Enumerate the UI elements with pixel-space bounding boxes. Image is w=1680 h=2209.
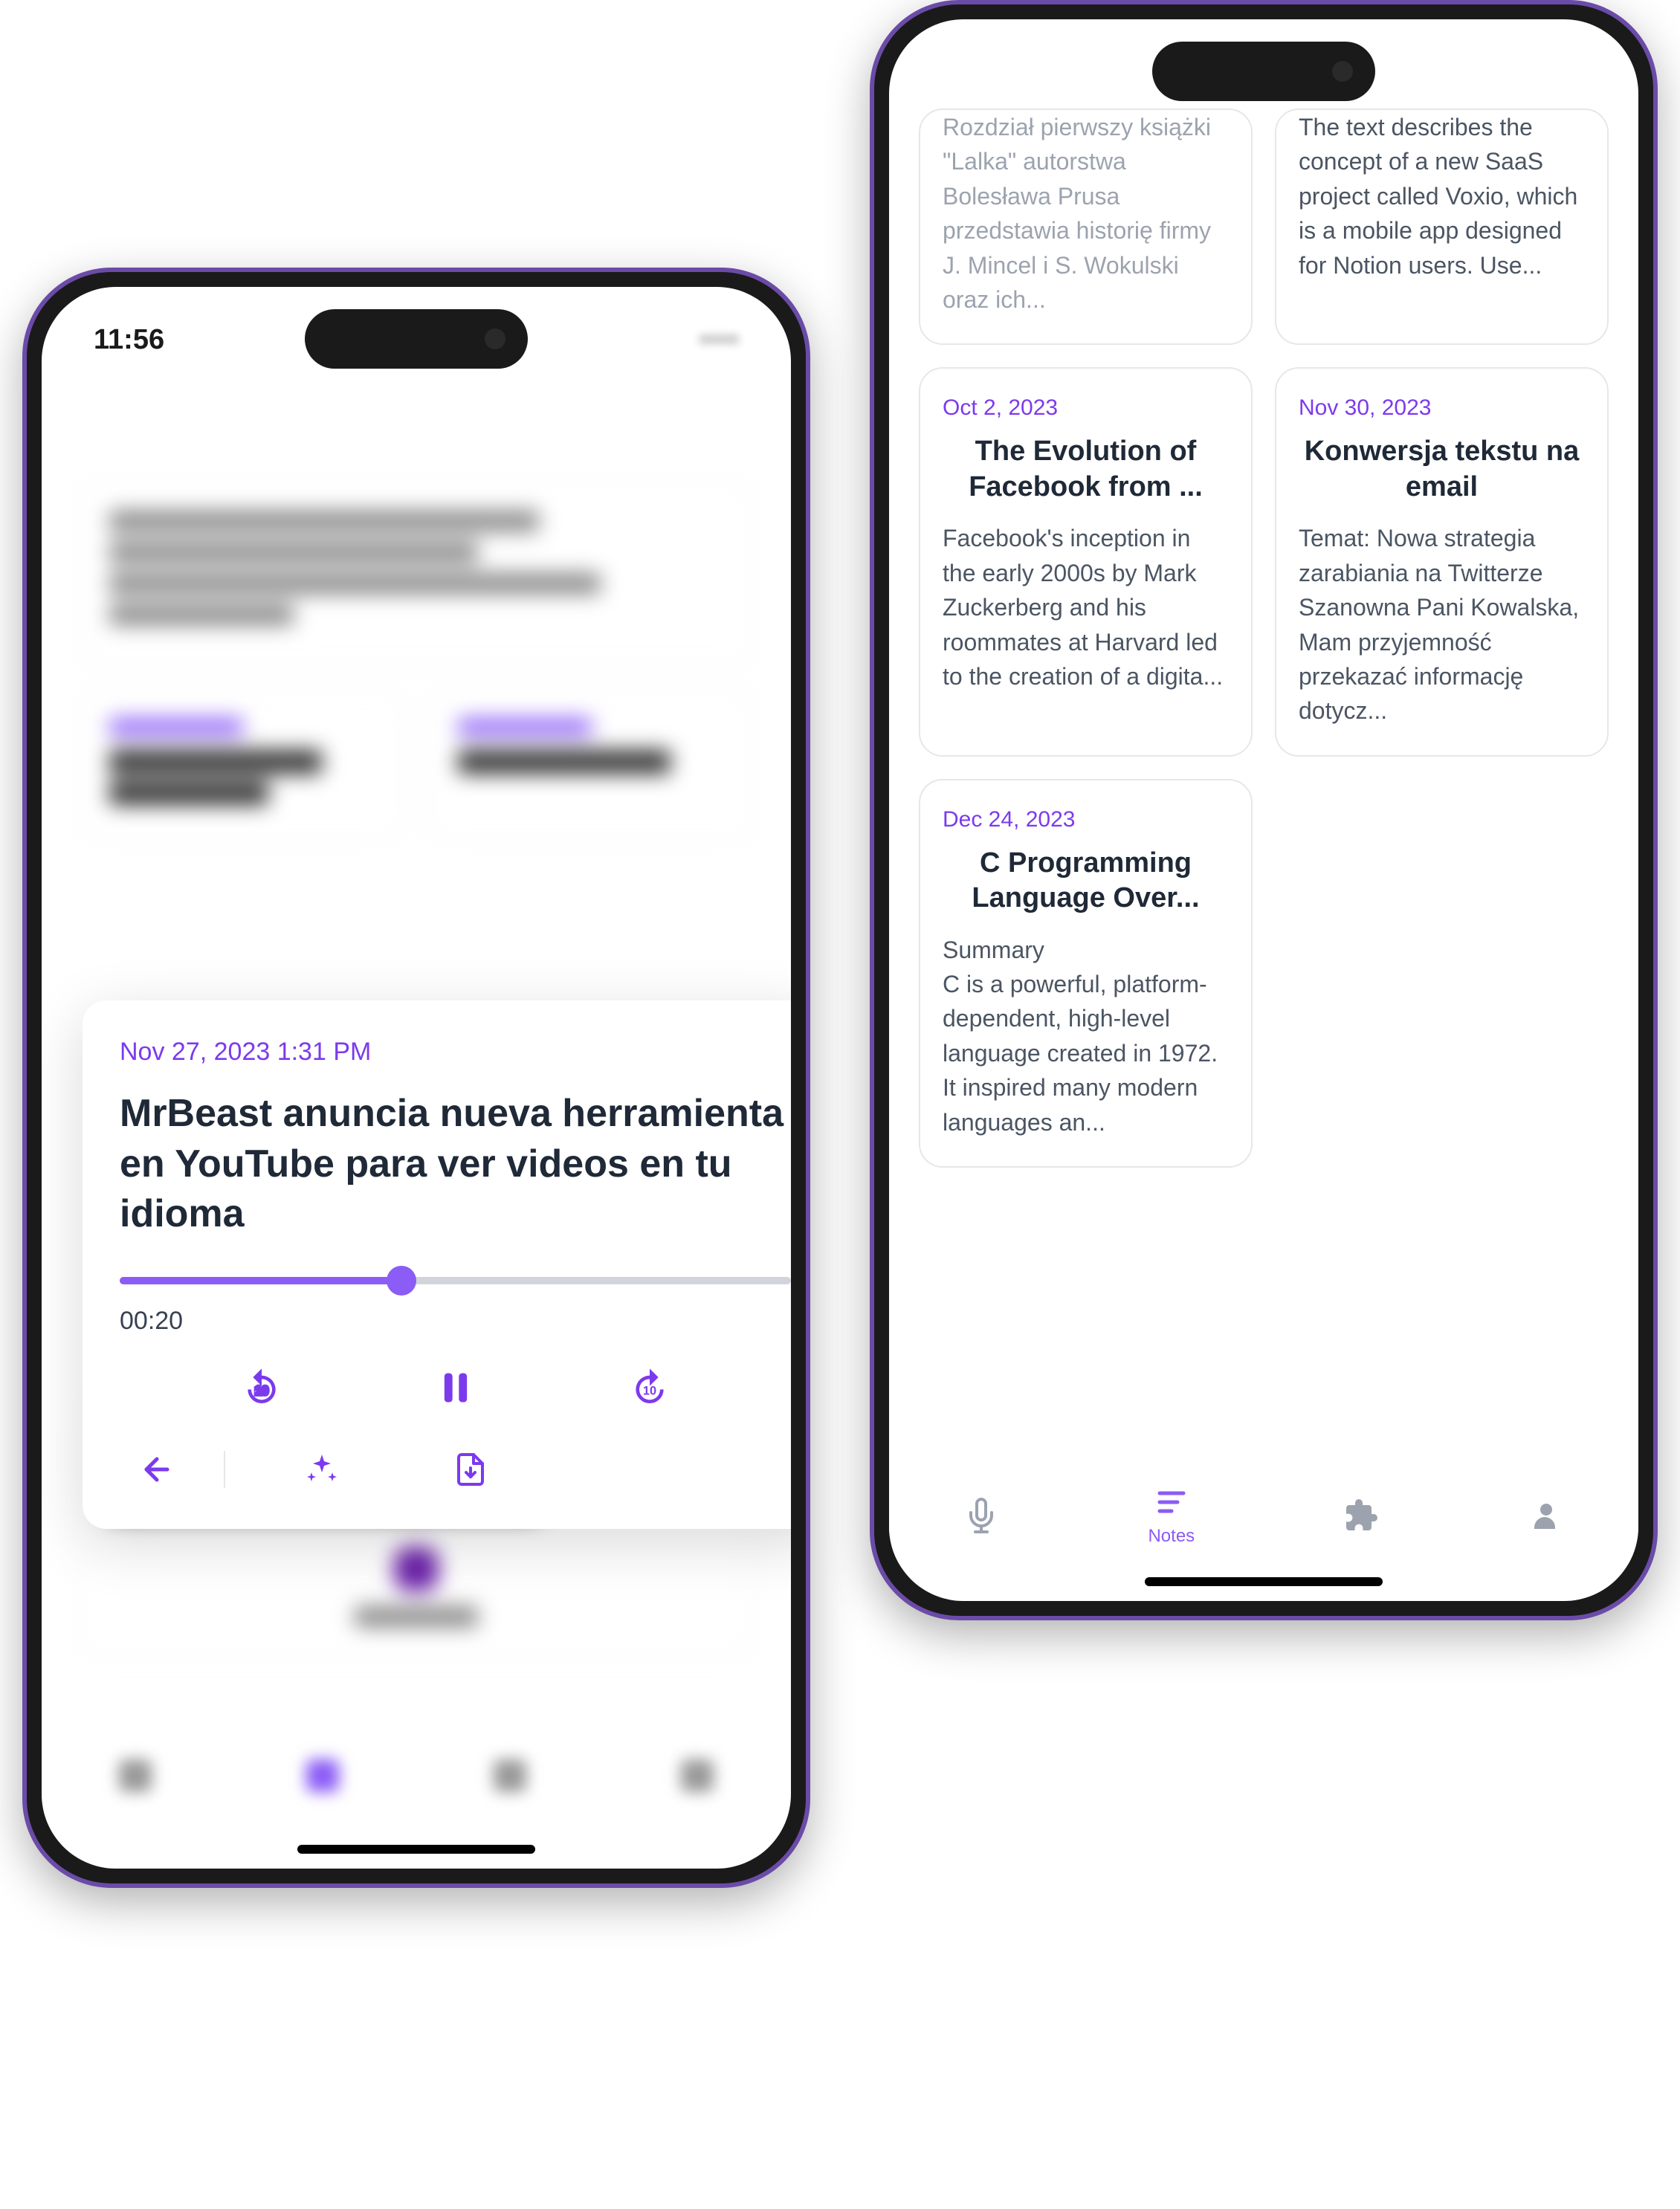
status-time: 11:56 [94,324,164,356]
note-date: Nov 30, 2023 [1299,395,1585,421]
phone-screen-right: Rozdział pierwszy książki "Lalka" autors… [889,19,1638,1601]
home-indicator [1145,1577,1383,1586]
note-card[interactable]: Dec 24, 2023 C Programming Language Over… [919,779,1253,1168]
dynamic-island [305,309,528,369]
player-seek-track[interactable] [120,1277,791,1284]
phone-mockup-left: 11:56 •••• [22,268,810,1888]
note-body: Summary C is a powerful, platform-depend… [943,933,1229,1139]
player-bottom-actions [120,1447,791,1492]
note-title: The Evolution of Facebook from ... [943,434,1229,505]
status-icons: •••• [700,324,739,356]
microphone-icon [963,1498,999,1533]
nav-notes-label: Notes [1148,1526,1195,1547]
note-body: The text describes the concept of a new … [1299,110,1585,282]
divider [224,1451,225,1488]
pause-icon [436,1368,475,1407]
note-card[interactable]: Rozdział pierwszy książki "Lalka" autors… [919,109,1253,345]
forward-10-button[interactable]: 10 [627,1365,672,1410]
player-date: Nov 27, 2023 1:31 PM [120,1038,791,1067]
phone-mockup-right: Rozdział pierwszy książki "Lalka" autors… [870,0,1658,1620]
notes-icon [1154,1484,1189,1520]
arrow-left-icon [139,1452,175,1487]
player-seek-fill [120,1277,401,1284]
bottom-nav-blurred [42,1727,791,1824]
dynamic-island [1152,42,1375,101]
rewind-10-button[interactable]: 10 [239,1365,284,1410]
nav-integrations[interactable] [1343,1498,1379,1533]
note-card[interactable]: Nov 30, 2023 Konwersja tekstu na email T… [1275,367,1609,756]
magic-button[interactable] [300,1447,344,1492]
pause-button[interactable] [433,1365,478,1410]
svg-text:10: 10 [642,1384,656,1397]
notes-grid[interactable]: Rozdział pierwszy książki "Lalka" autors… [889,19,1638,1601]
player-controls: 10 10 [120,1365,791,1410]
person-icon [1528,1498,1564,1533]
note-title: C Programming Language Over... [943,846,1229,916]
note-card[interactable]: Oct 2, 2023 The Evolution of Facebook fr… [919,367,1253,756]
player-title: MrBeast anuncia nueva herramienta en You… [120,1089,791,1240]
note-body: Facebook's inception in the early 2000s … [943,521,1229,693]
forward-10-icon: 10 [629,1367,671,1408]
note-card[interactable]: The text describes the concept of a new … [1275,109,1609,345]
audio-player-card: Nov 27, 2023 1:31 PM MrBeast anuncia nue… [83,1000,791,1529]
note-body: Temat: Nowa strategia zarabiania na Twit… [1299,521,1585,728]
file-download-icon [453,1452,488,1487]
home-indicator [297,1845,535,1854]
player-seek-thumb[interactable] [387,1266,416,1296]
svg-text:10: 10 [254,1384,268,1397]
sparkles-icon [304,1452,340,1487]
note-date: Oct 2, 2023 [943,395,1229,421]
bottom-nav: Notes [889,1467,1638,1564]
phone-screen-left: 11:56 •••• [42,287,791,1869]
nav-record[interactable] [963,1498,999,1533]
puzzle-icon [1343,1498,1379,1533]
rewind-10-icon: 10 [241,1367,282,1408]
nav-notes[interactable]: Notes [1148,1484,1195,1547]
note-title: Konwersja tekstu na email [1299,434,1585,505]
note-body: Rozdział pierwszy książki "Lalka" autors… [943,110,1229,317]
download-button[interactable] [448,1447,493,1492]
nav-profile[interactable] [1528,1498,1564,1533]
player-elapsed-time: 00:20 [120,1307,791,1336]
back-button[interactable] [135,1447,179,1492]
note-date: Dec 24, 2023 [943,807,1229,832]
